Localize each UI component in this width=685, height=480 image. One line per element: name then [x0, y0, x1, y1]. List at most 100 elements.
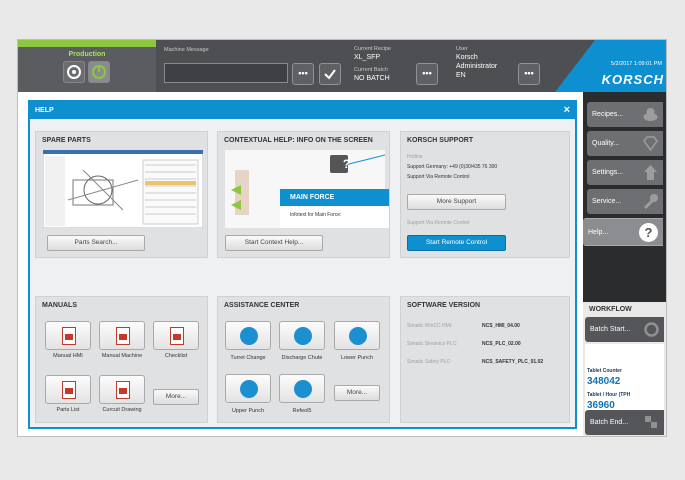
sidebar-item-label: Recipes... — [592, 111, 624, 118]
batch-end-label: Batch End... — [590, 419, 629, 426]
software-version-panel: SOFTWARE VERSION Simatic WinCC HMI: NCS_… — [400, 296, 570, 423]
top-bar: Production Machine Message ••• Current R… — [18, 40, 666, 92]
checklist-label: Checklist — [164, 353, 188, 359]
sidebar-item-label: Service... — [592, 198, 622, 205]
production-indicator — [18, 40, 156, 47]
software-row-value: NCS_SAFETY_PLC_01.02 — [482, 359, 544, 365]
wrench-icon — [294, 380, 312, 398]
machine-message-label: Machine Message — [164, 47, 209, 53]
parts-search-button[interactable]: Parts Search... — [47, 235, 145, 251]
refeol5-tile[interactable] — [279, 374, 325, 403]
question-icon: ? — [342, 157, 351, 171]
korsch-support-title: KORSCH SUPPORT — [407, 137, 474, 144]
pdf-icon — [116, 327, 130, 345]
start-context-help-button[interactable]: Start Context Help... — [225, 235, 323, 251]
context-card-text: Infotext for Main Force: — [290, 212, 342, 218]
support-remote-text: Support Via Remote Control — [407, 174, 470, 180]
lower-punch-label: Lower Punch — [340, 355, 374, 361]
turret-change-tile[interactable] — [225, 321, 271, 350]
upper-punch-label: Upper Punch — [231, 408, 265, 414]
lower-punch-tile[interactable] — [334, 321, 380, 350]
help-dialog: HELP × SPARE PARTS Parts Search... CONTE… — [28, 100, 577, 429]
manual-hmi-label: Manual HMI — [53, 353, 83, 359]
software-row-label: Simatic Sinamics PLC: — [407, 341, 458, 347]
spare-parts-title: SPARE PARTS — [42, 137, 91, 144]
software-version-title: SOFTWARE VERSION — [407, 302, 481, 309]
production-tab[interactable]: Production — [18, 40, 156, 92]
software-row-label: Simatic WinCC HMI: — [407, 323, 453, 329]
user-more-button[interactable]: ••• — [518, 63, 540, 85]
support-phone: Support Germany: +49 (0)30/435 76 300 — [407, 164, 498, 170]
wrench-icon — [643, 194, 658, 210]
current-recipe-value: XL_SFP — [354, 54, 381, 61]
manuals-panel: MANUALS Manual HMI Manual Machine Checkl… — [35, 296, 208, 423]
wrench-icon — [240, 327, 258, 345]
spare-parts-screenshot[interactable] — [43, 150, 203, 228]
assistance-center-panel: ASSISTANCE CENTER Turret Change Discharg… — [217, 296, 390, 423]
sidebar-item-help[interactable]: Help... ? — [583, 218, 663, 246]
assistance-more-button[interactable]: More... — [334, 385, 380, 401]
recipes-icon — [643, 108, 658, 121]
batch-start-button[interactable]: Batch Start... — [585, 317, 664, 342]
pdf-icon — [62, 327, 76, 345]
stop-mode-button[interactable] — [63, 61, 85, 83]
circuit-drawing-label: Curcuit Drawing — [102, 407, 142, 413]
checkmark-icon — [324, 69, 336, 80]
help-icon: ? — [639, 223, 658, 242]
current-recipe-label: Current Recipe — [354, 46, 391, 52]
help-title: HELP — [35, 107, 54, 114]
sidebar-item-recipes[interactable]: Recipes... — [587, 102, 663, 127]
run-mode-button[interactable] — [88, 61, 110, 83]
gear-icon — [67, 65, 81, 79]
context-card-title: MAIN FORCE — [280, 189, 389, 206]
datetime: 5/2/2017 1:09:01 PM — [610, 61, 662, 67]
sidebar-item-quality[interactable]: Quality... — [587, 131, 663, 156]
date-logo-area: 5/2/2017 1:09:01 PM KORSCH — [555, 40, 666, 92]
parts-list-label: Parts List — [56, 407, 80, 413]
software-row-value: NCS_PLC_02.00 — [482, 341, 521, 347]
acknowledge-button[interactable] — [319, 63, 341, 85]
spare-parts-panel: SPARE PARTS Parts Search... — [35, 131, 208, 258]
machine-message-field — [164, 63, 288, 83]
corner-shape — [555, 40, 595, 92]
hotline-label: Hotline — [407, 154, 423, 160]
batch-start-label: Batch Start... — [590, 326, 631, 333]
more-support-button[interactable]: More Support — [407, 194, 506, 210]
korsch-logo: KORSCH — [601, 72, 664, 87]
user-role: Administrator — [456, 63, 498, 70]
sidebar-item-service[interactable]: Service... — [587, 189, 663, 214]
tablet-hour-label: Tablet / Hour (TPH — [587, 392, 631, 398]
contextual-help-title: CONTEXTUAL HELP: INFO ON THE SCREEN — [224, 137, 373, 144]
workflow-label: WORKFLOW — [589, 306, 632, 313]
software-row-label: Simatic Safety PLC: — [407, 359, 452, 365]
start-remote-control-button[interactable]: Start Remote Control — [407, 235, 506, 251]
sidebar-item-settings[interactable]: Settings... — [587, 160, 663, 185]
discharge-chute-label: Discharge Chute — [281, 355, 323, 361]
current-batch-label: Current Batch — [354, 67, 388, 73]
manual-machine-tile[interactable] — [99, 321, 145, 350]
checklist-tile[interactable] — [153, 321, 199, 350]
sidebar-item-label: Quality... — [592, 140, 620, 147]
diamond-icon — [643, 136, 658, 152]
help-title-bar: HELP × — [30, 102, 575, 119]
svg-text:?: ? — [645, 225, 653, 240]
recipe-more-button[interactable]: ••• — [416, 63, 438, 85]
power-icon — [92, 65, 106, 79]
upper-punch-tile[interactable] — [225, 374, 271, 403]
batch-end-button[interactable]: Batch End... — [585, 410, 664, 435]
manual-hmi-tile[interactable] — [45, 321, 91, 350]
manuals-more-button[interactable]: More... — [153, 389, 199, 405]
circuit-drawing-tile[interactable] — [99, 375, 145, 404]
current-batch-value: NO BATCH — [354, 75, 390, 82]
remote-control-label: Support Via Remote Control — [407, 220, 470, 226]
gear-icon — [644, 322, 659, 337]
machine-message-more-button[interactable]: ••• — [292, 63, 314, 85]
close-icon[interactable]: × — [564, 102, 570, 119]
discharge-chute-tile[interactable] — [279, 321, 325, 350]
refeol5-label: Refeol5 — [292, 408, 312, 414]
parts-list-tile[interactable] — [45, 375, 91, 404]
right-sidebar: Recipes... Quality... Settings... Servic… — [583, 92, 666, 436]
checkered-flag-icon — [645, 416, 657, 428]
pdf-icon — [62, 381, 76, 399]
wrench-icon — [240, 380, 258, 398]
